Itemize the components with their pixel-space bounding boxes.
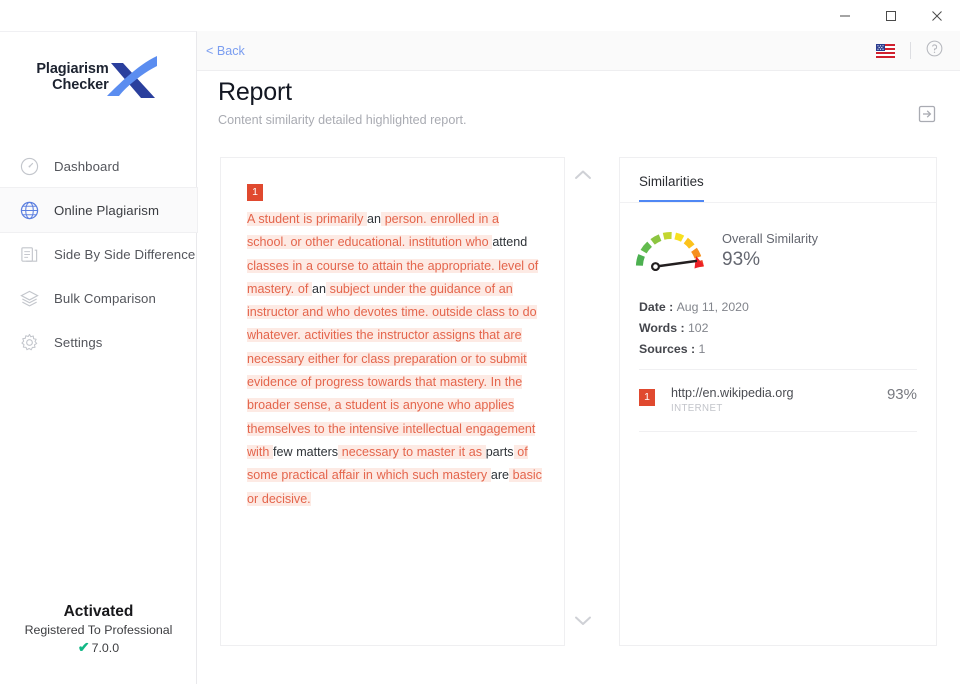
stat-row: Words : 102 [639,321,936,335]
source-badge: 1 [247,184,263,201]
sidebar-item-label: Dashboard [54,159,119,174]
logo-line-2: Checker [36,77,108,93]
page-subtitle: Content similarity detailed highlighted … [218,113,940,127]
source-index-badge: 1 [639,389,655,406]
speedometer-icon [19,156,40,177]
stat-row: Sources : 1 [639,342,936,356]
app-window: Plagiarism Checker Dashboard [0,0,960,684]
source-percent: 93% [887,386,917,403]
minimize-button[interactable] [822,0,868,31]
title-bar [0,0,960,31]
license-version-row: ✔ 7.0.0 [0,639,197,656]
unmatched-text-segment: attend [492,235,527,249]
stat-key: Sources : [639,342,698,356]
maximize-button[interactable] [868,0,914,31]
sidebar: Plagiarism Checker Dashboard [0,31,197,684]
matched-text-segment: necessary to master it as [338,445,486,459]
close-button[interactable] [914,0,960,31]
app-logo: Plagiarism Checker [0,54,197,100]
stat-value: Aug 11, 2020 [677,300,749,314]
top-bar-actions [876,40,943,62]
sidebar-item-online-plagiarism[interactable]: Online Plagiarism [0,188,197,232]
gauge-icon [634,225,706,276]
unmatched-text-segment: are [491,468,509,482]
back-button[interactable]: < Back [206,44,245,58]
report-document-panel: 1 A student is primarily an person. enro… [220,157,565,646]
matched-text-segment: subject under the guidance of an instruc… [247,282,537,459]
overall-similarity: Overall Similarity 93% [620,203,936,276]
document-scroll-controls [566,157,599,646]
license-status: Activated Registered To Professional ✔ 7… [0,603,197,656]
page-header: Report Content similarity detailed highl… [218,78,940,127]
layers-icon [19,288,40,309]
sidebar-item-label: Settings [54,335,102,350]
similarities-panel: Similarities [619,157,937,646]
similarities-tabs: Similarities [620,158,936,202]
stat-value: 1 [698,342,705,356]
us-flag-icon[interactable] [876,44,895,58]
sidebar-item-side-by-side-difference[interactable]: Side By Side Difference [0,232,197,276]
sources-list: 1 http://en.wikipedia.org INTERNET 93% [620,370,936,432]
check-icon: ✔ [78,639,90,656]
sidebar-item-label: Online Plagiarism [54,203,159,218]
unmatched-text-segment: few matters [273,445,338,459]
source-url[interactable]: http://en.wikipedia.org [671,386,794,400]
stat-key: Date : [639,300,677,314]
stat-row: Date : Aug 11, 2020 [639,300,936,314]
source-info: http://en.wikipedia.org INTERNET [671,386,794,414]
gear-icon [19,332,40,353]
globe-icon [19,200,40,221]
chevron-up-icon[interactable] [573,168,593,186]
overall-similarity-value: 93% [722,249,818,271]
logo-line-1: Plagiarism [36,61,108,77]
toolbar-divider [910,42,911,59]
unmatched-text-segment: parts [486,445,514,459]
stat-key: Words : [639,321,688,335]
overall-similarity-text: Overall Similarity 93% [722,231,818,271]
overall-similarity-label: Overall Similarity [722,231,818,246]
stat-value: 102 [688,321,709,335]
unmatched-text-segment: an [312,282,326,296]
documents-icon [19,244,40,265]
source-type: INTERNET [671,403,794,414]
logo-x-mark [105,54,161,100]
sidebar-item-dashboard[interactable]: Dashboard [0,144,197,188]
help-circle-icon[interactable] [926,40,943,62]
report-text: A student is primarily an person. enroll… [247,208,542,511]
report-stats: Date : Aug 11, 2020 Words : 102 Sources : … [620,276,936,356]
sidebar-item-label: Bulk Comparison [54,291,156,306]
sidebar-item-label: Side By Side Difference [54,247,195,262]
back-label: < Back [206,44,245,58]
sidebar-item-settings[interactable]: Settings [0,320,197,364]
license-registered-to: Registered To Professional [0,623,197,637]
page-title: Report [218,78,940,107]
license-status-title: Activated [0,603,197,621]
sidebar-nav: Dashboard Online Plagiarism Side By Side… [0,144,197,364]
report-document-inner: 1 A student is primarily an person. enro… [221,158,564,529]
license-version: 7.0.0 [92,641,120,655]
export-icon[interactable] [916,103,938,125]
matched-text-segment: A student is primarily [247,212,367,226]
sidebar-item-bulk-comparison[interactable]: Bulk Comparison [0,276,197,320]
top-bar: < Back [197,31,960,71]
tab-similarities[interactable]: Similarities [639,174,704,202]
logo-wordmark: Plagiarism Checker [36,61,108,93]
chevron-down-icon[interactable] [573,614,593,632]
source-row[interactable]: 1 http://en.wikipedia.org INTERNET 93% [620,370,936,414]
unmatched-text-segment: an [367,212,381,226]
source-divider [639,431,917,432]
